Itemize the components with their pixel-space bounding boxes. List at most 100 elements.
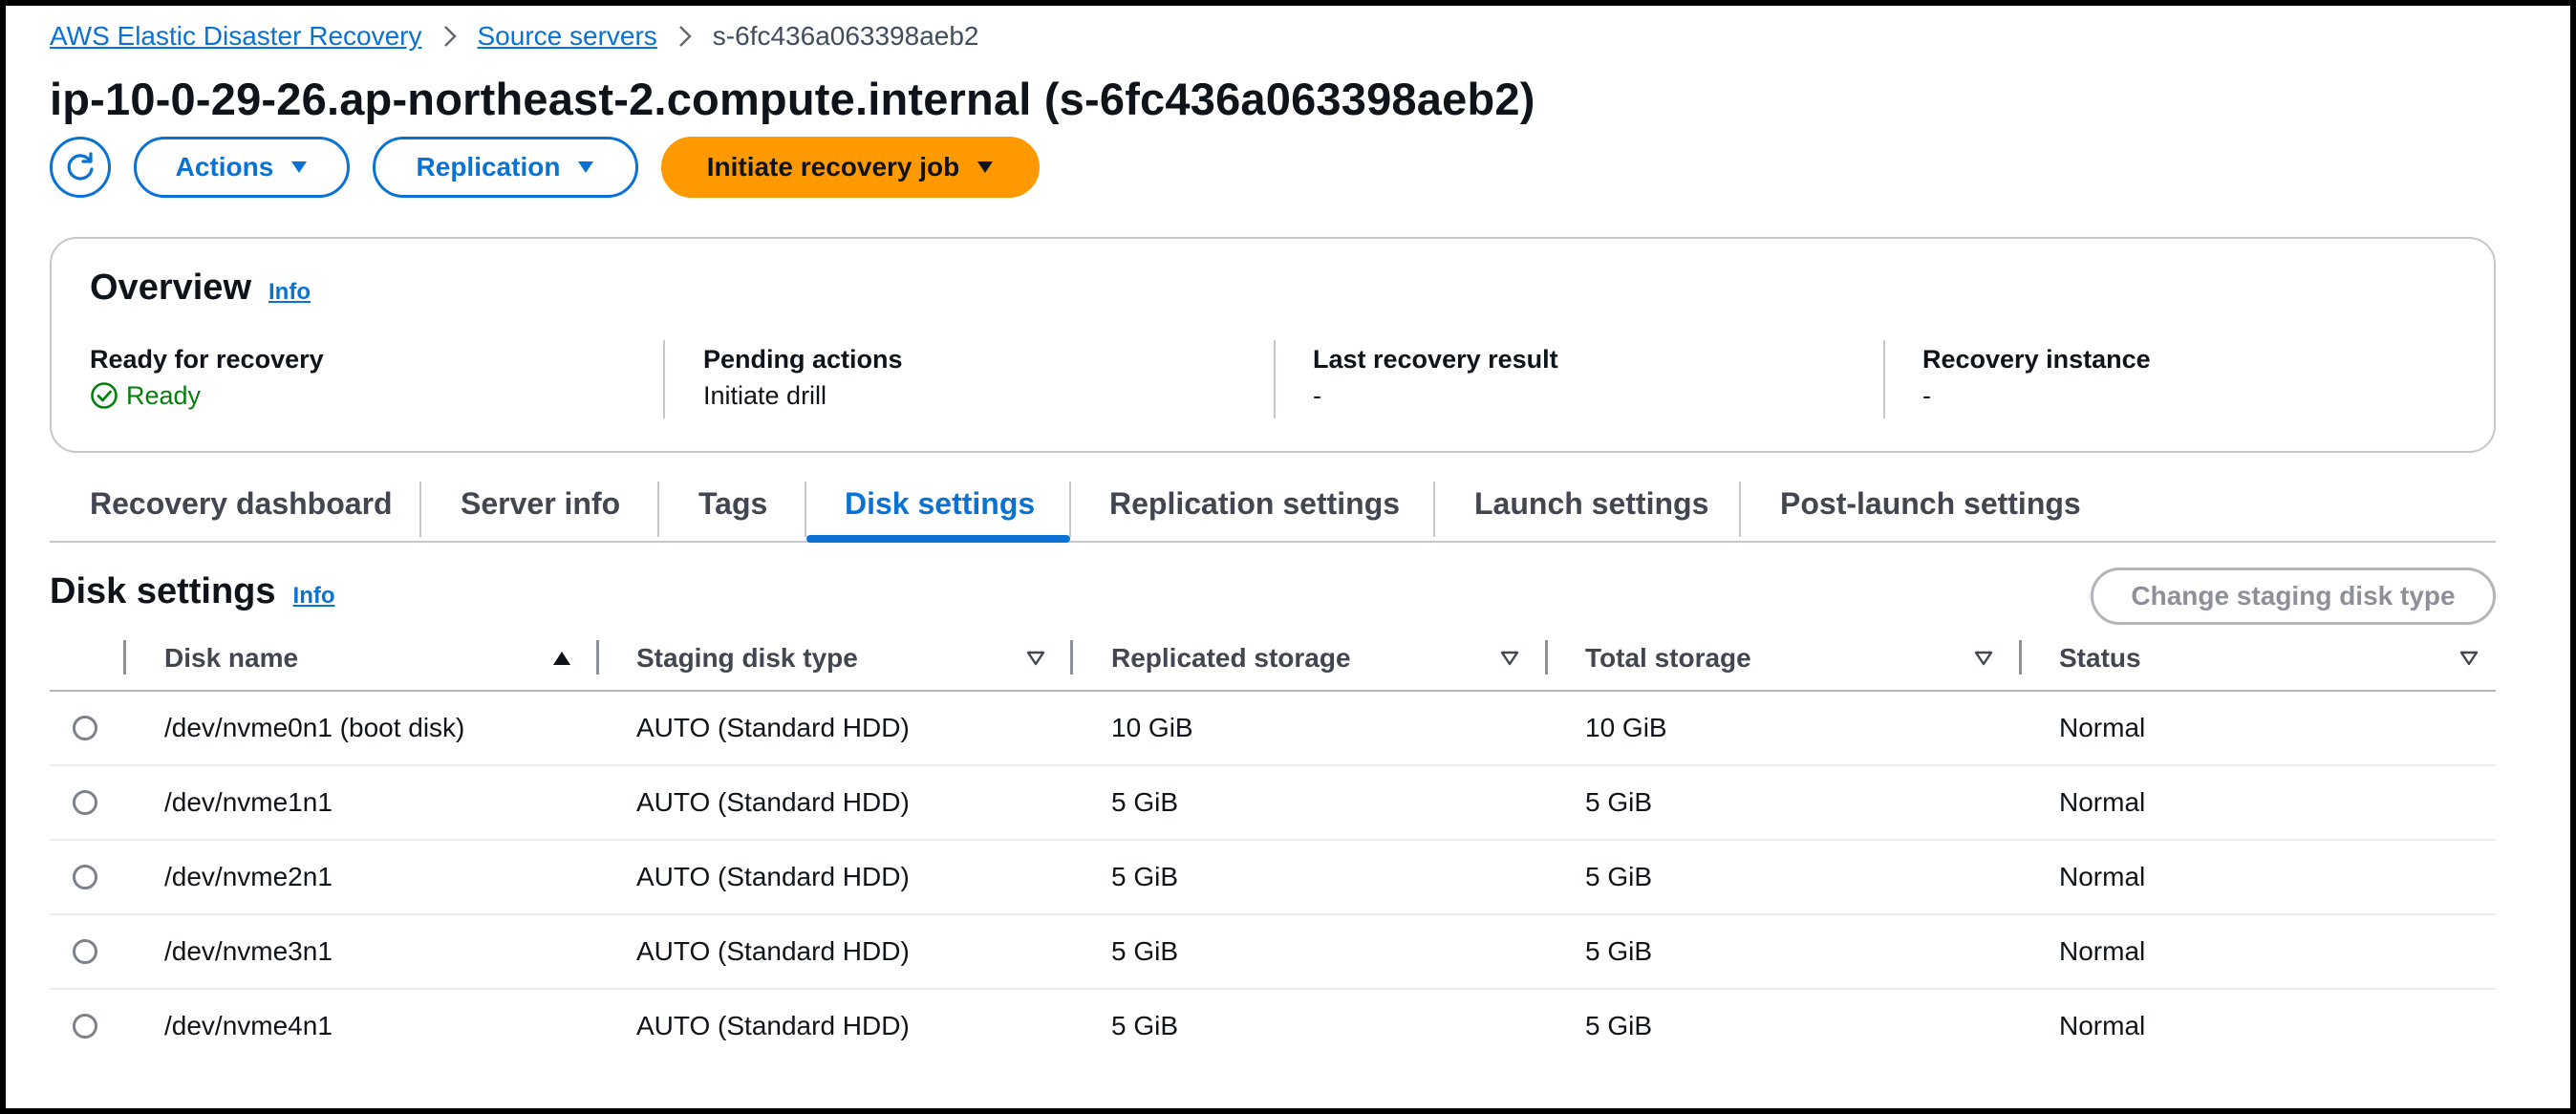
column-divider <box>596 640 599 675</box>
column-divider <box>123 640 126 675</box>
tab-divider <box>419 482 421 537</box>
refresh-button[interactable] <box>50 137 111 198</box>
overview-field-value: - <box>1922 381 1931 410</box>
cell-disk-name: /dev/nvme3n1 <box>164 936 333 966</box>
caret-down-icon <box>577 161 594 174</box>
overview-field-label: Ready for recovery <box>90 345 324 374</box>
table-row[interactable]: /dev/nvme3n1 AUTO (Standard HDD) 5 GiB 5… <box>50 915 2496 990</box>
tab-replication-settings[interactable]: Replication settings <box>1109 466 1400 541</box>
cell-staging-disk-type: AUTO (Standard HDD) <box>636 1011 910 1040</box>
column-header-staging-disk-type[interactable]: Staging disk type <box>636 627 858 690</box>
column-header-disk-name[interactable]: Disk name <box>164 627 298 690</box>
tab-tags[interactable]: Tags <box>698 466 767 541</box>
breadcrumb-link-source-servers[interactable]: Source servers <box>478 21 657 52</box>
overview-title: Overview <box>90 268 251 308</box>
table-row[interactable]: /dev/nvme2n1 AUTO (Standard HDD) 5 GiB 5… <box>50 841 2496 915</box>
overview-info-link[interactable]: Info <box>268 279 311 306</box>
overview-container: Overview Info Ready for recovery Ready P… <box>50 237 2496 453</box>
row-select-radio[interactable] <box>73 716 97 740</box>
row-select-radio[interactable] <box>73 1014 97 1039</box>
actions-label: Actions <box>175 152 274 182</box>
table-row[interactable]: /dev/nvme1n1 AUTO (Standard HDD) 5 GiB 5… <box>50 766 2496 841</box>
column-header-total-storage[interactable]: Total storage <box>1585 627 1751 690</box>
cell-staging-disk-type: AUTO (Standard HDD) <box>636 713 910 742</box>
cell-staging-disk-type: AUTO (Standard HDD) <box>636 787 910 817</box>
disk-settings-info-link[interactable]: Info <box>293 583 335 610</box>
overview-divider <box>663 340 665 418</box>
tab-disk-settings[interactable]: Disk settings <box>845 466 1035 541</box>
sort-icon[interactable] <box>2459 627 2479 690</box>
tab-post-launch-settings[interactable]: Post-launch settings <box>1780 466 2081 541</box>
column-divider <box>1070 640 1073 675</box>
breadcrumb-link-elastic-disaster-recovery[interactable]: AWS Elastic Disaster Recovery <box>50 21 422 52</box>
cell-status: Normal <box>2059 862 2146 891</box>
check-circle-icon <box>91 382 118 409</box>
chevron-right-icon <box>678 25 692 48</box>
row-select-radio[interactable] <box>73 939 97 964</box>
overview-field-value: - <box>1313 381 1321 410</box>
overview-divider <box>1274 340 1276 418</box>
sort-icon[interactable] <box>1026 627 1045 690</box>
row-select-radio[interactable] <box>73 790 97 815</box>
column-header-replicated-storage[interactable]: Replicated storage <box>1111 627 1351 690</box>
disk-settings-table: Disk name Staging disk type Replicated s… <box>50 627 2496 1064</box>
cell-total-storage: 5 GiB <box>1585 787 1653 817</box>
table-row[interactable]: /dev/nvme4n1 AUTO (Standard HDD) 5 GiB 5… <box>50 990 2496 1064</box>
cell-disk-name: /dev/nvme1n1 <box>164 787 333 817</box>
ready-status-text: Ready <box>126 381 202 410</box>
caret-down-icon <box>977 161 994 174</box>
cell-replicated-storage: 5 GiB <box>1111 936 1179 966</box>
replication-button[interactable]: Replication <box>373 137 638 198</box>
cell-disk-name: /dev/nvme2n1 <box>164 862 333 891</box>
replication-label: Replication <box>416 152 561 182</box>
chevron-right-icon <box>443 25 457 48</box>
cell-disk-name: /dev/nvme4n1 <box>164 1011 333 1040</box>
tab-launch-settings[interactable]: Launch settings <box>1474 466 1708 541</box>
disk-settings-title: Disk settings <box>50 571 276 611</box>
overview-ready-for-recovery: Ready for recovery Ready <box>90 342 324 422</box>
refresh-icon <box>64 151 97 183</box>
sort-icon[interactable] <box>1974 627 1993 690</box>
overview-recovery-instance: Recovery instance - <box>1922 342 2151 422</box>
cell-total-storage: 5 GiB <box>1585 862 1653 891</box>
initiate-recovery-job-button[interactable]: Initiate recovery job <box>661 137 1040 198</box>
overview-field-label: Last recovery result <box>1313 345 1558 374</box>
overview-field-value: Ready <box>90 376 324 415</box>
tab-divider <box>1069 482 1071 537</box>
row-select-radio[interactable] <box>73 865 97 889</box>
change-staging-disk-type-button[interactable]: Change staging disk type <box>2091 568 2496 625</box>
cell-status: Normal <box>2059 787 2146 817</box>
overview-last-recovery-result: Last recovery result - <box>1313 342 1558 422</box>
cell-total-storage: 5 GiB <box>1585 936 1653 966</box>
overview-field-value: Initiate drill <box>703 381 827 410</box>
cell-replicated-storage: 5 GiB <box>1111 1011 1179 1040</box>
tab-bar: Recovery dashboard Server info Tags Disk… <box>50 466 2496 543</box>
tab-divider <box>1739 482 1741 537</box>
cell-replicated-storage: 10 GiB <box>1111 713 1193 742</box>
column-divider <box>2019 640 2022 675</box>
table-header: Disk name Staging disk type Replicated s… <box>50 627 2496 692</box>
active-tab-indicator <box>806 535 1070 543</box>
sort-icon[interactable] <box>1500 627 1519 690</box>
cell-status: Normal <box>2059 1011 2146 1040</box>
cell-disk-name: /dev/nvme0n1 (boot disk) <box>164 713 465 742</box>
sort-ascending-icon[interactable] <box>552 627 571 690</box>
table-row[interactable]: /dev/nvme0n1 (boot disk) AUTO (Standard … <box>50 692 2496 766</box>
column-divider <box>1545 640 1548 675</box>
cell-total-storage: 5 GiB <box>1585 1011 1653 1040</box>
overview-pending-actions: Pending actions Initiate drill <box>703 342 903 422</box>
cell-replicated-storage: 5 GiB <box>1111 787 1179 817</box>
breadcrumb: AWS Elastic Disaster Recovery Source ser… <box>50 19 978 54</box>
page-title: ip-10-0-29-26.ap-northeast-2.compute.int… <box>50 74 1535 124</box>
cell-staging-disk-type: AUTO (Standard HDD) <box>636 936 910 966</box>
tab-recovery-dashboard[interactable]: Recovery dashboard <box>90 466 393 541</box>
initiate-recovery-job-label: Initiate recovery job <box>706 152 960 182</box>
column-header-status[interactable]: Status <box>2059 627 2141 690</box>
cell-staging-disk-type: AUTO (Standard HDD) <box>636 862 910 891</box>
cell-total-storage: 10 GiB <box>1585 713 1667 742</box>
tab-server-info[interactable]: Server info <box>461 466 620 541</box>
breadcrumb-current: s-6fc436a063398aeb2 <box>712 21 979 51</box>
tab-divider <box>1433 482 1435 537</box>
overview-divider <box>1883 340 1885 418</box>
actions-button[interactable]: Actions <box>134 137 350 198</box>
